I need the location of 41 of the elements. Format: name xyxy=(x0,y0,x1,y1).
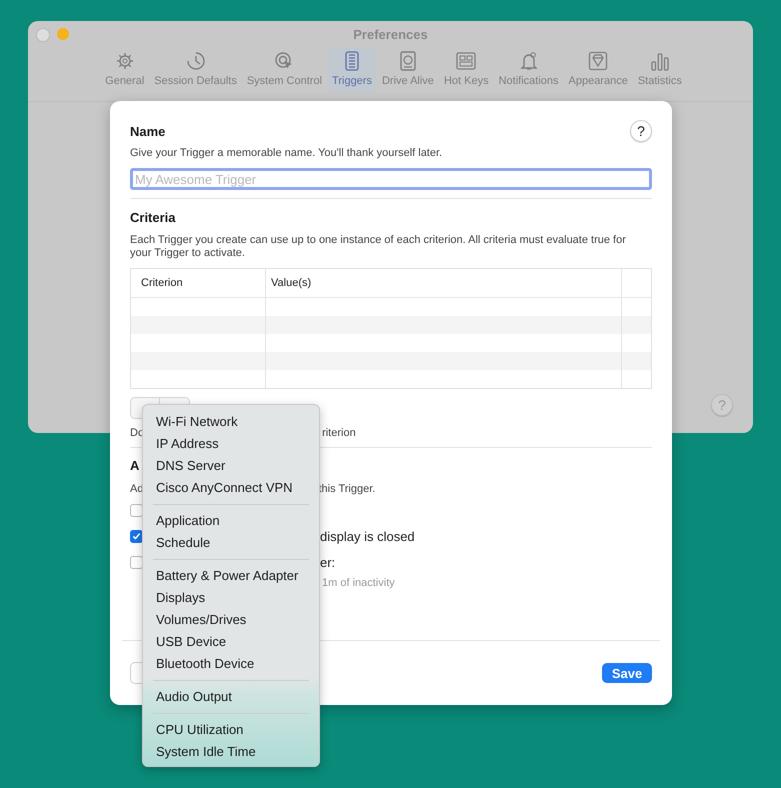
section-heading: A xyxy=(130,458,140,473)
description-text: Each Trigger you create can use up to one instance of each criterion. All criteria must evaluate true for your Trigger to activate. xyxy=(130,234,627,260)
keyboard-icon xyxy=(456,51,476,71)
cursor-target-icon xyxy=(274,51,294,71)
menu-item[interactable]: Battery & Power Adapter xyxy=(143,565,319,587)
description-text: Give your Trigger a memorable name. You'll thank yourself later. xyxy=(130,147,444,160)
column-header[interactable]: Value(s) xyxy=(266,269,622,297)
checkbox[interactable] xyxy=(130,556,143,568)
menu-item[interactable]: Schedule xyxy=(143,532,319,554)
menu-item[interactable]: System Idle Time xyxy=(143,741,319,763)
bell-icon xyxy=(518,51,539,71)
menu-item[interactable]: Wi-Fi Network xyxy=(143,411,319,433)
window-title: Preferences xyxy=(353,26,428,42)
clock-icon xyxy=(186,51,206,71)
option-label: display is closed xyxy=(320,528,415,544)
option-label: er: xyxy=(320,554,336,570)
checkbox[interactable] xyxy=(130,504,143,516)
menu-item[interactable]: CPU Utilization xyxy=(143,719,319,741)
bar-chart-icon xyxy=(650,51,670,71)
close-button[interactable] xyxy=(36,28,50,42)
save-button[interactable]: Save xyxy=(602,663,652,683)
minimize-button[interactable] xyxy=(57,28,69,40)
menu-item[interactable]: Bluetooth Device xyxy=(143,653,319,675)
hint-text: riterion xyxy=(322,426,356,438)
note-text: 1m of inactivity xyxy=(322,577,396,589)
menu-item[interactable]: Audio Output xyxy=(143,686,319,708)
menu-item[interactable]: Displays xyxy=(143,587,319,609)
menu-item[interactable]: Application xyxy=(143,510,319,532)
section-heading: Criteria xyxy=(130,210,176,225)
section-heading: Name xyxy=(130,124,166,138)
column-header[interactable]: Criterion xyxy=(131,269,266,297)
gear-icon xyxy=(114,51,135,71)
menu-item[interactable]: USB Device xyxy=(143,631,319,653)
name-field[interactable]: My Awesome Trigger xyxy=(130,168,652,190)
menu-item[interactable]: Volumes/Drives xyxy=(143,609,319,631)
help-button[interactable]: ? xyxy=(630,120,652,142)
menu-item[interactable]: Cisco AnyConnect VPN xyxy=(143,477,319,499)
checkbox[interactable] xyxy=(130,530,143,542)
menu-item[interactable]: DNS Server xyxy=(143,455,319,477)
drive-icon xyxy=(398,51,418,71)
menu-item[interactable]: IP Address xyxy=(143,433,319,455)
